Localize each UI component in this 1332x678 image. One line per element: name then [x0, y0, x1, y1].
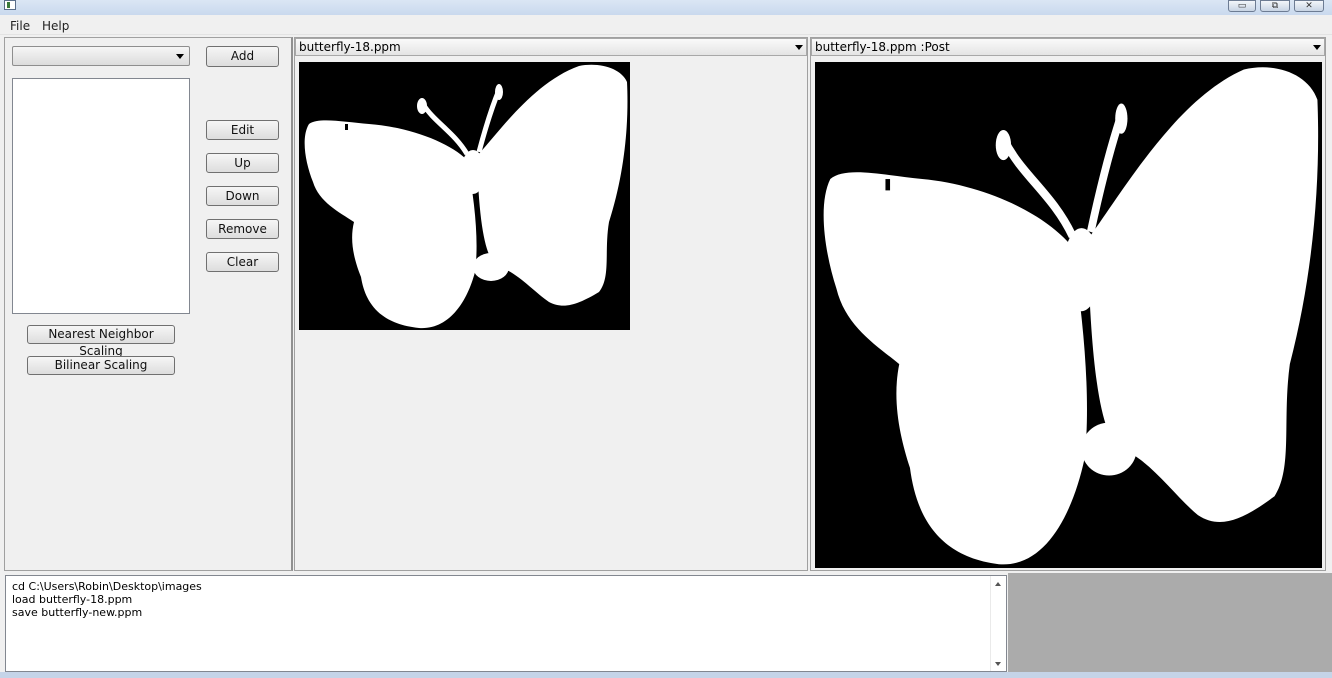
- window-bottom-border: [0, 672, 1332, 678]
- console-line: save butterfly-new.ppm: [12, 606, 143, 619]
- butterfly-scaled-image: [815, 62, 1322, 568]
- minimize-icon[interactable]: ▭: [1228, 0, 1256, 12]
- command-list[interactable]: [12, 78, 190, 314]
- scroll-up-icon[interactable]: [995, 582, 1001, 586]
- console-line: load butterfly-18.ppm: [12, 593, 133, 606]
- add-button[interactable]: Add: [206, 46, 279, 67]
- console-scrollbar[interactable]: [990, 576, 1006, 671]
- app-icon: [4, 0, 16, 10]
- scroll-down-icon[interactable]: [995, 662, 1001, 666]
- clear-button[interactable]: Clear: [206, 252, 279, 272]
- console-output[interactable]: cd C:\Users\Robin\Desktop\images load bu…: [5, 575, 1007, 672]
- down-button[interactable]: Down: [206, 186, 279, 206]
- processed-image-selector[interactable]: butterfly-18.ppm :Post: [811, 38, 1325, 56]
- edit-button[interactable]: Edit: [206, 120, 279, 140]
- original-image-selector[interactable]: butterfly-18.ppm: [295, 38, 807, 56]
- bilinear-scaling-button[interactable]: Bilinear Scaling: [27, 356, 175, 375]
- menu-bar: [0, 15, 1332, 35]
- empty-area: [1008, 573, 1332, 672]
- processed-image: [815, 62, 1322, 568]
- menu-help[interactable]: Help: [37, 17, 74, 35]
- restore-icon[interactable]: ⧉: [1260, 0, 1290, 12]
- command-dropdown[interactable]: [12, 46, 190, 66]
- up-button[interactable]: Up: [206, 153, 279, 173]
- close-icon[interactable]: ✕: [1294, 0, 1324, 12]
- chevron-down-icon: [1313, 45, 1321, 50]
- menu-file[interactable]: File: [5, 17, 35, 35]
- original-image-title: butterfly-18.ppm: [299, 40, 401, 54]
- title-bar: ▭ ⧉ ✕: [0, 0, 1332, 15]
- original-image: [299, 62, 630, 330]
- console-line: cd C:\Users\Robin\Desktop\images: [12, 580, 202, 593]
- butterfly-image: [299, 62, 630, 330]
- chevron-down-icon: [795, 45, 803, 50]
- remove-button[interactable]: Remove: [206, 219, 279, 239]
- chevron-down-icon: [176, 54, 184, 59]
- nearest-neighbor-scaling-button[interactable]: Nearest Neighbor Scaling: [27, 325, 175, 358]
- processed-image-title: butterfly-18.ppm :Post: [815, 40, 950, 54]
